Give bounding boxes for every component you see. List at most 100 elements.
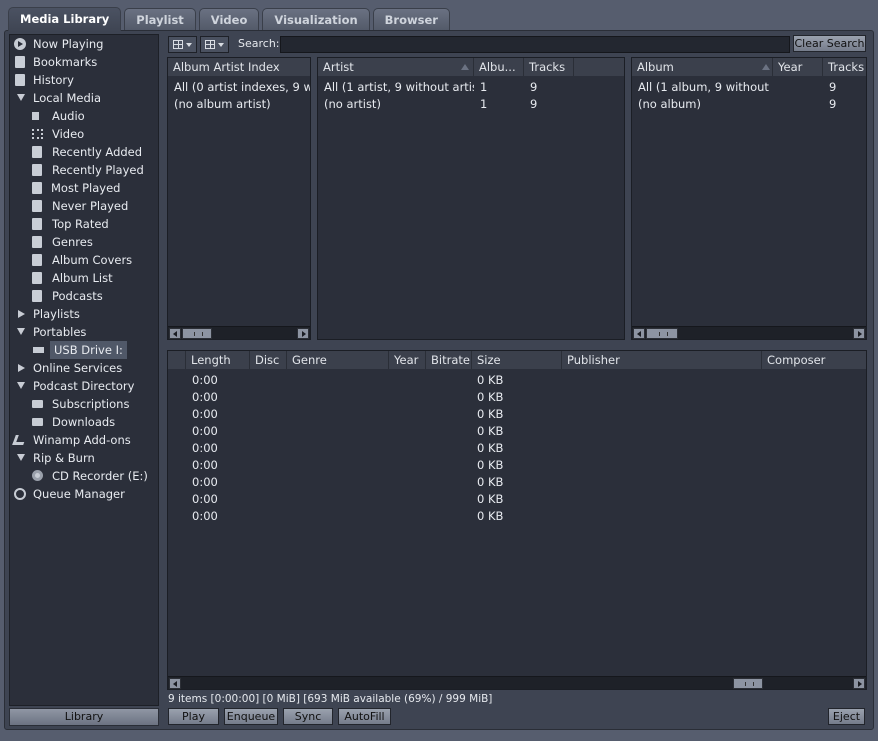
sidebar-item-winamp-addons[interactable]: Winamp Add-ons <box>12 431 154 449</box>
horizontal-scrollbar[interactable] <box>168 676 866 689</box>
table-row[interactable]: 0:00 0 KB <box>168 389 866 406</box>
sidebar-item-recently-played[interactable]: Recently Played <box>32 161 152 179</box>
collapse-triangle-icon[interactable] <box>18 364 25 372</box>
sidebar-item-usb-drive[interactable]: USB Drive I: <box>30 341 150 359</box>
scroll-right-arrow-icon[interactable] <box>297 328 309 339</box>
track-length: 0:00 <box>192 424 218 438</box>
scroll-left-arrow-icon[interactable] <box>169 678 181 689</box>
column-header-year[interactable]: Year <box>773 58 823 76</box>
sidebar-item-downloads[interactable]: Downloads <box>32 413 152 431</box>
scrollbar-thumb[interactable] <box>733 678 763 689</box>
artist-pane[interactable]: Artist Albu... Tracks All (1 artist, 9 w… <box>317 57 625 340</box>
sidebar-item-playlists[interactable]: Playlists <box>14 305 154 323</box>
sidebar-item-genres[interactable]: Genres <box>32 233 152 251</box>
sidebar-item-never-played[interactable]: Never Played <box>32 197 152 215</box>
scroll-left-arrow-icon[interactable] <box>633 328 645 339</box>
column-header-publisher[interactable]: Publisher <box>562 351 762 369</box>
table-row[interactable]: 0:00 0 KB <box>168 406 866 423</box>
scrollbar-thumb[interactable] <box>646 328 678 339</box>
play-button[interactable]: Play <box>168 708 219 725</box>
expand-triangle-icon[interactable] <box>17 328 25 335</box>
search-input[interactable] <box>280 36 790 53</box>
sidebar-item-audio[interactable]: Audio <box>32 107 152 125</box>
tab-playlist[interactable]: Playlist <box>124 8 196 30</box>
sidebar-item-album-covers[interactable]: Album Covers <box>32 251 152 269</box>
view-mode-button[interactable] <box>168 36 197 53</box>
sidebar-item-subscriptions[interactable]: Subscriptions <box>32 395 152 413</box>
column-header-tracks[interactable]: Tracks <box>823 58 866 76</box>
table-row[interactable]: 0:00 0 KB <box>168 508 866 525</box>
tab-video[interactable]: Video <box>198 8 260 30</box>
scroll-right-arrow-icon[interactable] <box>853 328 865 339</box>
speaker-icon <box>32 112 39 120</box>
column-header-genre[interactable]: Genre <box>287 351 389 369</box>
list-item[interactable]: All (0 artist indexes, 9 wit <box>174 79 310 96</box>
sidebar-item-cd-recorder[interactable]: CD Recorder (E:) <box>32 467 152 485</box>
table-row[interactable]: 0:00 0 KB <box>168 474 866 491</box>
autofill-button[interactable]: AutoFill <box>338 708 391 725</box>
table-row[interactable]: 0:00 0 KB <box>168 440 866 457</box>
expand-triangle-icon[interactable] <box>17 382 25 389</box>
sidebar-item-recently-added[interactable]: Recently Added <box>32 143 152 161</box>
sidebar-tree[interactable]: Now Playing Bookmarks History Local Medi… <box>9 34 159 706</box>
sidebar-item-local-media[interactable]: Local Media <box>14 89 154 107</box>
clear-search-button[interactable]: Clear Search <box>793 35 866 52</box>
column-header-size[interactable]: Size <box>472 351 562 369</box>
column-header-row: Album Year Tracks <box>632 58 866 76</box>
eject-button[interactable]: Eject <box>828 708 865 725</box>
expand-triangle-icon[interactable] <box>17 94 25 101</box>
list-item[interactable]: (no album artist) <box>174 96 310 113</box>
column-header-albums[interactable]: Albu... <box>474 58 524 76</box>
tab-browser[interactable]: Browser <box>372 8 450 30</box>
sidebar-item-most-played[interactable]: Most Played <box>32 179 152 197</box>
column-header-album[interactable]: Album <box>632 58 773 76</box>
sync-button[interactable]: Sync <box>283 708 333 725</box>
expand-triangle-icon[interactable] <box>17 454 25 461</box>
sidebar-item-podcasts[interactable]: Podcasts <box>32 287 152 305</box>
sidebar-item-album-list[interactable]: Album List <box>32 269 152 287</box>
sidebar-item-top-rated[interactable]: Top Rated <box>32 215 152 233</box>
tracks-pane[interactable]: Length Disc Genre Year Bitrate Size Publ… <box>167 350 867 690</box>
tab-visualization[interactable]: Visualization <box>262 8 370 30</box>
enqueue-button[interactable]: Enqueue <box>224 708 278 725</box>
album-pane[interactable]: Album Year Tracks All (1 album, 9 withou… <box>631 57 867 340</box>
column-header-disc[interactable]: Disc <box>250 351 287 369</box>
album-artist-index-pane[interactable]: Album Artist Index All (0 artist indexes… <box>167 57 311 340</box>
table-row[interactable]: 0:00 0 KB <box>168 372 866 389</box>
sidebar-item-now-playing[interactable]: Now Playing <box>14 35 154 53</box>
scrollbar-thumb[interactable] <box>182 328 212 339</box>
sidebar-item-rip-burn[interactable]: Rip & Burn <box>14 449 154 467</box>
sidebar-item-podcast-directory[interactable]: Podcast Directory <box>14 377 154 395</box>
table-row[interactable]: 0:00 0 KB <box>168 457 866 474</box>
table-row[interactable]: 0:00 0 KB <box>168 491 866 508</box>
column-header-year[interactable]: Year <box>389 351 426 369</box>
tab-media-library[interactable]: Media Library <box>8 7 122 31</box>
library-button[interactable]: Library <box>9 708 159 726</box>
column-header-artist[interactable]: Artist <box>318 58 474 76</box>
table-row[interactable]: (no artist) 1 9 <box>318 96 624 113</box>
column-header-composer[interactable]: Composer <box>762 351 866 369</box>
column-header-album-artist-index[interactable]: Album Artist Index <box>168 58 310 76</box>
column-header-length[interactable]: Length <box>186 351 250 369</box>
sidebar-item-portables[interactable]: Portables <box>14 323 154 341</box>
sidebar-item-bookmarks[interactable]: Bookmarks <box>14 53 154 71</box>
column-header-blank[interactable] <box>168 351 186 369</box>
table-row[interactable]: (no album) 9 <box>632 96 866 113</box>
horizontal-scrollbar[interactable] <box>632 326 866 339</box>
columns-view-icon <box>205 40 215 49</box>
scroll-right-arrow-icon[interactable] <box>853 678 865 689</box>
table-row[interactable]: 0:00 0 KB <box>168 423 866 440</box>
horizontal-scrollbar[interactable] <box>168 326 310 339</box>
columns-view-button[interactable] <box>200 36 229 53</box>
sidebar-item-video[interactable]: Video <box>32 125 152 143</box>
table-row[interactable]: All (1 album, 9 without ... 9 <box>632 79 866 96</box>
column-header-tracks[interactable]: Tracks <box>524 58 574 76</box>
sidebar-item-history[interactable]: History <box>14 71 154 89</box>
table-row[interactable]: All (1 artist, 9 without artist) 1 9 <box>318 79 624 96</box>
scroll-left-arrow-icon[interactable] <box>169 328 181 339</box>
column-header-bitrate[interactable]: Bitrate <box>426 351 472 369</box>
sidebar-item-online-services[interactable]: Online Services <box>14 359 154 377</box>
collapse-triangle-icon[interactable] <box>18 310 25 318</box>
addons-icon <box>12 435 27 445</box>
sidebar-item-queue-manager[interactable]: Queue Manager <box>14 485 154 503</box>
